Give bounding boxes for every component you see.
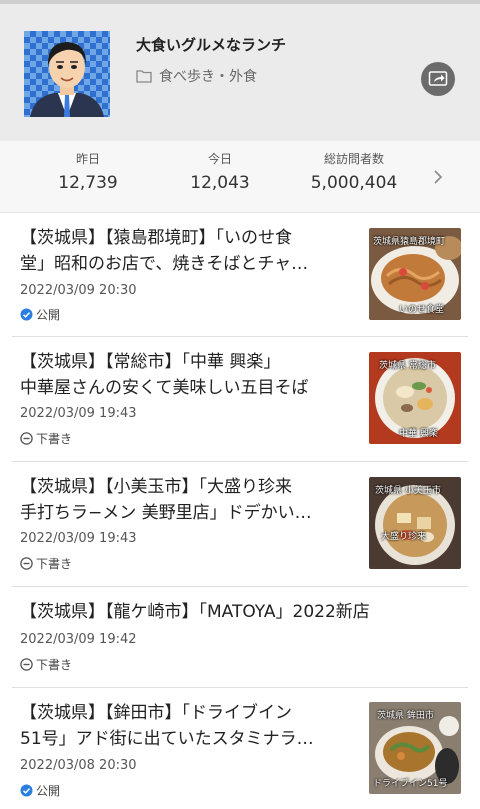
post-status: 下書き — [20, 656, 72, 672]
post-date: 2022/03/09 19:43 — [20, 531, 137, 546]
folder-icon — [136, 70, 152, 83]
stat-total-visitors: 総訪問者数 5,000,404 — [289, 151, 419, 195]
status-label: 下書き — [36, 556, 73, 571]
stat-label: 総訪問者数 — [323, 152, 384, 166]
post-thumbnail[interactable]: 茨城県猿島郡境町 いのせ食堂 — [369, 228, 461, 320]
post-item[interactable]: 【茨城県】【小美玉市】「大盛り珍来 手打ちラ−メン 美野里店」ドデかい… 202… — [0, 462, 480, 586]
minus-circle-icon — [20, 657, 33, 671]
post-title[interactable]: 【茨城県】【龍ケ崎市】「MATOYA」2022新店 — [20, 599, 370, 625]
post-title-line: 【茨城県】【龍ケ崎市】「MATOYA」2022新店 — [20, 602, 370, 622]
post-title-line: 【茨城県】【鉾田市】「ドライブイン — [20, 703, 292, 723]
blog-header: 大食いグルメなランチ 食べ歩き・外食 — [0, 4, 480, 141]
stat-value: 12,739 — [58, 173, 118, 193]
stat-today: 今日 12,043 — [155, 151, 285, 195]
post-title-line: 【茨城県】【猿島郡境町】「いのせ食 — [20, 228, 292, 248]
thumbnail-caption: いのせ食堂 — [399, 305, 445, 315]
share-icon — [428, 71, 448, 86]
status-label: 下書き — [36, 657, 73, 672]
minus-circle-icon — [20, 556, 33, 570]
post-date: 2022/03/09 20:30 — [20, 283, 137, 298]
post-status: 公開 — [20, 782, 60, 798]
stat-value: 12,043 — [190, 173, 250, 193]
post-item[interactable]: 【茨城県】【鉾田市】「ドライブイン 51号」アド街に出ていたスタミナラ… 202… — [0, 688, 480, 809]
share-button[interactable] — [421, 62, 455, 96]
blog-category[interactable]: 食べ歩き・外食 — [136, 66, 257, 86]
post-status: 下書き — [20, 555, 72, 571]
post-date: 2022/03/09 19:42 — [20, 632, 137, 647]
thumbnail-caption: 茨城県 鉾田市 — [377, 711, 434, 721]
stat-label: 今日 — [207, 152, 232, 166]
thumbnail-caption: 中華 興楽 — [399, 429, 438, 439]
stat-value: 5,000,404 — [310, 173, 398, 193]
chevron-right-icon[interactable] — [430, 167, 446, 187]
post-title[interactable]: 【茨城県】【鉾田市】「ドライブイン 51号」アド街に出ていたスタミナラ… — [20, 700, 314, 752]
post-title[interactable]: 【茨城県】【猿島郡境町】「いのせ食 堂」昭和のお店で、焼きそばとチャ… — [20, 225, 308, 277]
minus-circle-icon — [20, 431, 33, 445]
post-title-line: 手打ちラ−メン 美野里店」ドデかい… — [20, 503, 312, 523]
post-status: 公開 — [20, 306, 60, 322]
post-item[interactable]: 【茨城県】【常総市】「中華 興楽」 中華屋さんの安くて美味しい五目そば 2022… — [0, 337, 480, 461]
thumbnail-caption: ドライブイン51号 — [373, 779, 448, 789]
post-title[interactable]: 【茨城県】【小美玉市】「大盛り珍来 手打ちラ−メン 美野里店」ドデかい… — [20, 474, 312, 526]
category-label: 食べ歩き・外食 — [159, 69, 257, 85]
post-status: 下書き — [20, 430, 72, 446]
status-label: 公開 — [36, 307, 61, 322]
status-label: 下書き — [36, 431, 73, 446]
check-circle-icon — [20, 308, 33, 320]
thumbnail-caption: 大盛り珍来 — [381, 532, 427, 542]
post-title-line: 【茨城県】【常総市】「中華 興楽」 — [20, 352, 281, 372]
post-title-line: 51号」アド街に出ていたスタミナラ… — [20, 729, 314, 749]
post-thumbnail[interactable]: 茨城県 鉾田市 ドライブイン51号 — [369, 702, 461, 794]
post-thumbnail[interactable]: 茨城県 小美玉市 大盛り珍来 — [369, 477, 461, 569]
blog-title[interactable]: 大食いグルメなランチ — [136, 34, 286, 55]
post-date: 2022/03/08 20:30 — [20, 758, 137, 773]
post-title-line: 中華屋さんの安くて美味しい五目そば — [20, 378, 309, 398]
post-title-line: 堂」昭和のお店で、焼きそばとチャ… — [20, 254, 309, 274]
check-circle-icon — [20, 784, 33, 796]
status-label: 公開 — [36, 783, 61, 798]
stat-label: 昨日 — [75, 152, 100, 166]
thumbnail-caption: 茨城県 小美玉市 — [375, 486, 441, 496]
thumbnail-caption: 茨城県 常総市 — [379, 361, 436, 371]
access-stats[interactable]: 昨日 12,739 今日 12,043 総訪問者数 5,000,404 — [0, 141, 480, 213]
stat-yesterday: 昨日 12,739 — [23, 151, 153, 195]
post-thumbnail[interactable]: 茨城県 常総市 中華 興楽 — [369, 352, 461, 444]
post-title[interactable]: 【茨城県】【常総市】「中華 興楽」 中華屋さんの安くて美味しい五目そば — [20, 349, 309, 401]
post-date: 2022/03/09 19:43 — [20, 406, 137, 421]
avatar[interactable] — [24, 31, 110, 117]
post-item[interactable]: 【茨城県】【龍ケ崎市】「MATOYA」2022新店 2022/03/09 19:… — [0, 587, 480, 687]
post-item[interactable]: 【茨城県】【猿島郡境町】「いのせ食 堂」昭和のお店で、焼きそばとチャ… 2022… — [0, 213, 480, 335]
thumbnail-caption: 茨城県猿島郡境町 — [373, 237, 446, 247]
post-title-line: 【茨城県】【小美玉市】「大盛り珍来 — [20, 477, 292, 497]
